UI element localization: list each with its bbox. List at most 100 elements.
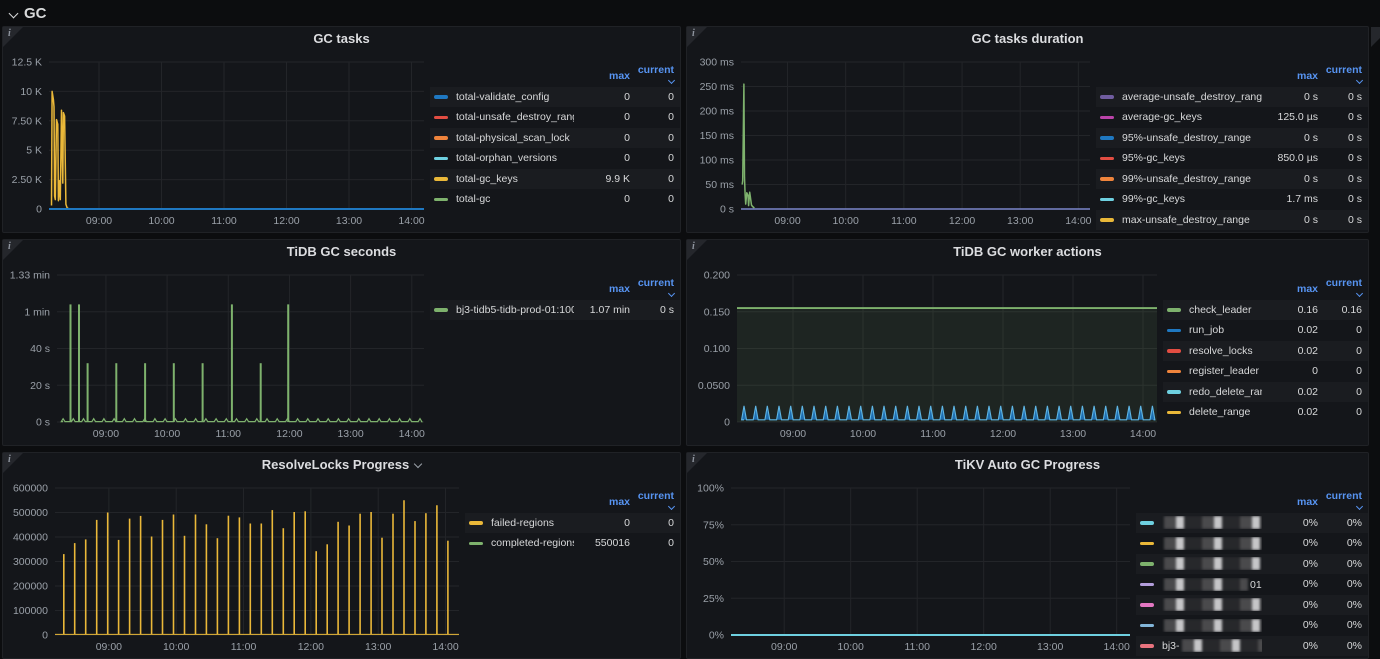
svg-text:13:00: 13:00 bbox=[337, 428, 363, 440]
legend-label[interactable]: 95%-gc_keys bbox=[1122, 152, 1262, 164]
legend-sort-current[interactable]: current bbox=[1318, 64, 1362, 88]
legend-current-value: 0% bbox=[1318, 619, 1362, 631]
legend-sort-max[interactable]: max bbox=[574, 70, 630, 82]
chart-tidb-gc-worker-actions[interactable]: 00.05000.1000.1500.20009:0010:0011:0012:… bbox=[687, 263, 1163, 443]
legend-item: bj3-01800%0% bbox=[1136, 636, 1368, 657]
svg-text:50 ms: 50 ms bbox=[705, 179, 734, 191]
panel-info-icon[interactable] bbox=[3, 27, 23, 47]
legend-current-value: 0 bbox=[1318, 406, 1362, 418]
legend-max-value: 0 bbox=[574, 111, 630, 123]
legend-label-redacted[interactable]: 0180 bbox=[1162, 557, 1262, 570]
legend-label[interactable]: delete_range bbox=[1189, 406, 1262, 418]
panel-info-icon[interactable] bbox=[687, 27, 707, 47]
panel-title[interactable]: TiKV Auto GC Progress bbox=[687, 453, 1368, 476]
legend-sort-max[interactable]: max bbox=[1262, 496, 1318, 508]
legend-sort-max[interactable]: max bbox=[1262, 283, 1318, 295]
legend-label[interactable]: 99%-unsafe_destroy_range bbox=[1122, 173, 1262, 185]
panel-info-icon[interactable] bbox=[687, 240, 707, 260]
svg-text:0.0500: 0.0500 bbox=[698, 380, 730, 392]
row-header-gc[interactable]: GC bbox=[0, 0, 1380, 26]
svg-text:10:00: 10:00 bbox=[148, 215, 174, 227]
panel-info-icon[interactable] bbox=[3, 453, 23, 473]
panel-info-icon[interactable] bbox=[687, 453, 707, 473]
panel-info-icon[interactable] bbox=[3, 240, 23, 260]
legend-sort-max[interactable]: max bbox=[1262, 70, 1318, 82]
legend-label[interactable]: average-unsafe_destroy_range bbox=[1122, 91, 1262, 103]
legend-label[interactable]: 95%-unsafe_destroy_range bbox=[1122, 132, 1262, 144]
legend-label-redacted[interactable]: 0180 bbox=[1162, 598, 1262, 611]
legend-label-redacted[interactable]: 20180 bbox=[1162, 516, 1262, 529]
legend-label[interactable]: total-physical_scan_lock bbox=[456, 132, 574, 144]
legend-label[interactable]: total-orphan_versions bbox=[456, 152, 574, 164]
svg-text:12:00: 12:00 bbox=[990, 428, 1016, 440]
series-color-swatch bbox=[434, 116, 448, 120]
legend-item: failed-regions00 bbox=[465, 513, 680, 534]
panel-title[interactable]: TiDB GC seconds bbox=[3, 240, 680, 263]
svg-text:300 ms: 300 ms bbox=[700, 57, 734, 69]
legend-item: 95%-unsafe_destroy_range0 s0 s bbox=[1096, 128, 1368, 149]
legend-label[interactable]: redo_delete_range bbox=[1189, 386, 1262, 398]
chart-canvas: 00.05000.1000.1500.20009:0010:0011:0012:… bbox=[687, 263, 1163, 443]
legend-current-value: 0 bbox=[1318, 365, 1362, 377]
legend-label[interactable]: completed-regions bbox=[491, 537, 574, 549]
svg-text:11:00: 11:00 bbox=[231, 641, 257, 653]
chart-canvas: 010000020000030000040000050000060000009:… bbox=[3, 476, 465, 656]
legend-label[interactable]: total-unsafe_destroy_range bbox=[456, 111, 574, 123]
legend-sort-current[interactable]: current bbox=[630, 490, 674, 514]
svg-text:0: 0 bbox=[42, 630, 48, 642]
legend-max-value: 0% bbox=[1262, 599, 1318, 611]
legend-label[interactable]: resolve_locks bbox=[1189, 345, 1262, 357]
svg-text:13:00: 13:00 bbox=[1007, 215, 1033, 227]
legend-label-redacted[interactable]: 0180 bbox=[1162, 578, 1262, 591]
chart-gc-tasks[interactable]: 02.50 K5 K7.50 K10 K12.5 K09:0010:0011:0… bbox=[3, 50, 430, 230]
series-color-swatch bbox=[1140, 583, 1154, 587]
panel-title[interactable]: TiDB GC worker actions bbox=[687, 240, 1368, 263]
svg-text:13:00: 13:00 bbox=[336, 215, 362, 227]
legend-sort-max[interactable]: max bbox=[574, 496, 630, 508]
legend-label[interactable]: 99%-gc_keys bbox=[1122, 193, 1262, 205]
svg-text:12:00: 12:00 bbox=[949, 215, 975, 227]
chart-tikv-auto-gc-progress[interactable]: 0%25%50%75%100%09:0010:0011:0012:0013:00… bbox=[687, 476, 1136, 656]
legend-item: total-gc_keys9.9 K0 bbox=[430, 169, 680, 190]
panel-tidb-gc-worker-actions: i TiDB GC worker actions 00.05000.1000.1… bbox=[686, 239, 1369, 446]
legend-label-redacted[interactable]: 0180 bbox=[1162, 537, 1262, 550]
legend-label[interactable]: max-unsafe_destroy_range bbox=[1122, 214, 1262, 226]
legend-label[interactable]: bj3-tidb5-tidb-prod-01:10080 bbox=[456, 304, 574, 316]
legend-sort-current[interactable]: current bbox=[1318, 277, 1362, 301]
legend-label[interactable]: run_job bbox=[1189, 324, 1262, 336]
legend-sort-current[interactable]: current bbox=[1318, 490, 1362, 514]
legend-sort-current[interactable]: current bbox=[630, 64, 674, 88]
chart-gc-tasks-duration[interactable]: 0 s50 ms100 ms150 ms200 ms250 ms300 ms09… bbox=[687, 50, 1096, 230]
chart-resolvelocks-progress[interactable]: 010000020000030000040000050000060000009:… bbox=[3, 476, 465, 656]
legend-label[interactable]: failed-regions bbox=[491, 517, 574, 529]
panel-tidb-gc-seconds: i TiDB GC seconds 0 s20 s40 s1 min1.33 m… bbox=[2, 239, 681, 446]
legend-label-redacted[interactable]: 0180 bbox=[1162, 619, 1262, 632]
legend-label-redacted[interactable]: bj3-0180 bbox=[1162, 639, 1262, 652]
series-color-swatch bbox=[434, 95, 448, 99]
series-color-swatch bbox=[434, 177, 448, 181]
svg-text:11:00: 11:00 bbox=[904, 641, 930, 653]
legend-label[interactable]: register_leader bbox=[1189, 365, 1262, 377]
legend-label[interactable]: total-gc_keys bbox=[456, 173, 574, 185]
panel-info-icon[interactable] bbox=[1371, 27, 1380, 47]
chart-canvas: 02.50 K5 K7.50 K10 K12.5 K09:0010:0011:0… bbox=[3, 50, 430, 230]
series-color-swatch bbox=[1140, 603, 1154, 607]
svg-text:13:00: 13:00 bbox=[365, 641, 391, 653]
panel-title[interactable]: GC tasks bbox=[3, 27, 680, 50]
legend-item: redo_delete_range0.020 bbox=[1163, 382, 1368, 403]
legend-sort-max[interactable]: max bbox=[574, 283, 630, 295]
series-color-swatch bbox=[469, 521, 483, 525]
panel-title[interactable]: GC tasks duration bbox=[687, 27, 1368, 50]
chart-tidb-gc-seconds[interactable]: 0 s20 s40 s1 min1.33 min09:0010:0011:001… bbox=[3, 263, 430, 443]
legend-sort-current[interactable]: current bbox=[630, 277, 674, 301]
legend-current-value: 0% bbox=[1318, 578, 1362, 590]
series-color-swatch bbox=[1100, 177, 1114, 181]
series-color-swatch bbox=[1100, 218, 1114, 222]
legend-label[interactable]: check_leader bbox=[1189, 304, 1262, 316]
legend-label[interactable]: total-gc bbox=[456, 193, 574, 205]
legend-label[interactable]: average-gc_keys bbox=[1122, 111, 1262, 123]
panel-title[interactable]: ResolveLocks Progress bbox=[3, 453, 680, 476]
legend-label[interactable]: total-validate_config bbox=[456, 91, 574, 103]
svg-text:2.50 K: 2.50 K bbox=[12, 174, 42, 186]
legend-item: average-unsafe_destroy_range0 s0 s bbox=[1096, 87, 1368, 108]
